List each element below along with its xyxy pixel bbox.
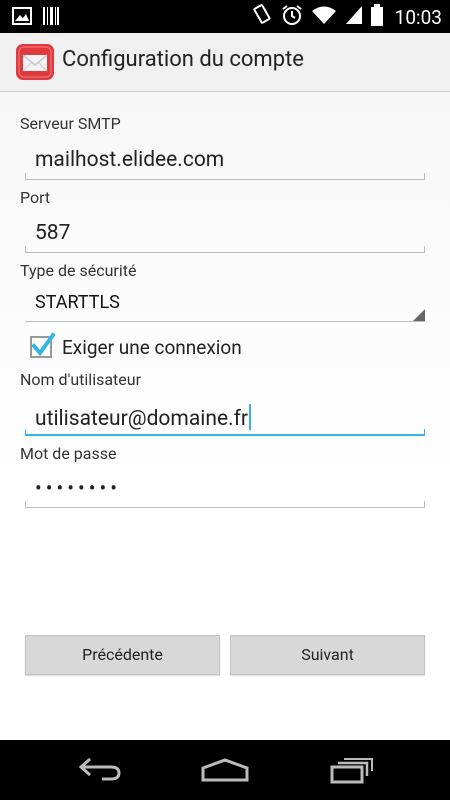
account-settings-form: Serveur SMTP mailhost.elidee.com Port 58… bbox=[0, 92, 450, 740]
back-icon[interactable] bbox=[78, 756, 122, 786]
field-underline bbox=[25, 501, 425, 508]
username-value: utilisateur@domaine.fr bbox=[35, 404, 252, 431]
alarm-icon bbox=[281, 4, 303, 30]
field-underline bbox=[25, 173, 425, 180]
next-button[interactable]: Suivant bbox=[230, 635, 425, 675]
recents-icon[interactable] bbox=[330, 758, 374, 788]
previous-button[interactable]: Précédente bbox=[25, 635, 220, 675]
require-login-row[interactable]: Exiger une connexion bbox=[30, 332, 242, 362]
require-login-label: Exiger une connexion bbox=[62, 335, 242, 359]
smtp-server-field[interactable]: mailhost.elidee.com bbox=[25, 142, 425, 180]
rotate-icon bbox=[251, 4, 273, 30]
status-time: 10:03 bbox=[394, 5, 442, 29]
port-value: 587 bbox=[35, 221, 71, 245]
require-login-checkbox[interactable] bbox=[30, 332, 56, 358]
image-icon bbox=[12, 7, 32, 29]
checkmark-icon bbox=[31, 332, 56, 362]
smtp-server-value: mailhost.elidee.com bbox=[35, 148, 225, 172]
username-label: Nom d'utilisateur bbox=[20, 370, 142, 389]
username-field[interactable]: utilisateur@domaine.fr bbox=[25, 398, 425, 436]
password-field[interactable]: •••••••• bbox=[25, 470, 425, 508]
text-cursor bbox=[249, 404, 252, 430]
password-label: Mot de passe bbox=[20, 444, 117, 463]
battery-icon bbox=[370, 4, 383, 30]
port-field[interactable]: 587 bbox=[25, 215, 425, 253]
navigation-bar bbox=[0, 740, 450, 800]
port-label: Port bbox=[20, 188, 51, 207]
action-bar: Configuration du compte bbox=[0, 33, 450, 92]
field-underline-focused bbox=[25, 429, 425, 436]
smtp-server-label: Serveur SMTP bbox=[20, 114, 121, 133]
mail-app-icon[interactable] bbox=[16, 44, 54, 80]
home-icon[interactable] bbox=[200, 758, 250, 786]
security-type-label: Type de sécurité bbox=[20, 261, 137, 280]
wifi-icon bbox=[311, 5, 337, 29]
field-underline bbox=[25, 246, 425, 253]
dropdown-arrow-icon bbox=[413, 309, 425, 321]
page-title: Configuration du compte bbox=[62, 47, 304, 72]
security-type-dropdown[interactable]: STARTTLS bbox=[25, 286, 425, 322]
barcode-icon bbox=[42, 6, 60, 30]
security-type-value: STARTTLS bbox=[35, 292, 120, 313]
dropdown-underline bbox=[25, 321, 425, 322]
signal-icon bbox=[345, 5, 363, 29]
status-bar: 10:03 bbox=[0, 0, 450, 33]
password-value: •••••••• bbox=[35, 476, 121, 500]
